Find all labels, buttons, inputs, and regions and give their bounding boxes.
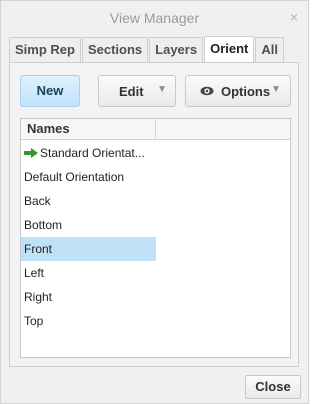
names-column-header[interactable]: Names [21, 119, 156, 139]
list-item[interactable]: Top [21, 309, 156, 333]
edit-button-label: Edit [119, 84, 144, 99]
tab-orient[interactable]: Orient [204, 36, 255, 63]
tab-sections[interactable]: Sections [81, 37, 149, 62]
close-button[interactable]: Close [245, 375, 301, 399]
list-item[interactable]: Standard Orientat... [21, 141, 156, 165]
list-header: Names [21, 119, 290, 140]
eye-icon [200, 86, 214, 96]
close-icon[interactable]: × [290, 9, 298, 25]
list-item[interactable]: Right [21, 285, 156, 309]
list-item-label: Standard Orientat... [40, 146, 145, 160]
edit-button[interactable]: Edit ▼ [98, 75, 176, 107]
list-item[interactable]: Default Orientation [21, 165, 156, 189]
options-button[interactable]: Options ▼ [185, 75, 291, 107]
green-arrow-icon [24, 148, 38, 158]
tab-simp-rep[interactable]: Simp Rep [9, 37, 81, 62]
tab-all[interactable]: All [255, 37, 284, 62]
list-item[interactable]: Back [21, 189, 156, 213]
options-button-label: Options [221, 84, 271, 99]
list-item[interactable]: Bottom [21, 213, 156, 237]
view-manager-window: View Manager × Simp Rep Sections Layers … [0, 0, 309, 404]
title-bar[interactable]: View Manager × [1, 1, 308, 33]
window-title: View Manager [109, 10, 200, 26]
caret-down-icon[interactable]: ▼ [157, 84, 167, 95]
new-button[interactable]: New [20, 75, 80, 107]
orientation-list[interactable]: Names Standard Orientat... Default Orien… [20, 118, 291, 358]
tab-layers[interactable]: Layers [149, 37, 204, 62]
list-item[interactable]: Left [21, 261, 156, 285]
tab-bar: Simp Rep Sections Layers Orient All [9, 36, 285, 63]
list-item-selected[interactable]: Front [21, 237, 156, 261]
orient-tab-panel: New Edit ▼ Options ▼ Names Standard Orie… [9, 62, 299, 367]
caret-down-icon[interactable]: ▼ [271, 84, 281, 95]
